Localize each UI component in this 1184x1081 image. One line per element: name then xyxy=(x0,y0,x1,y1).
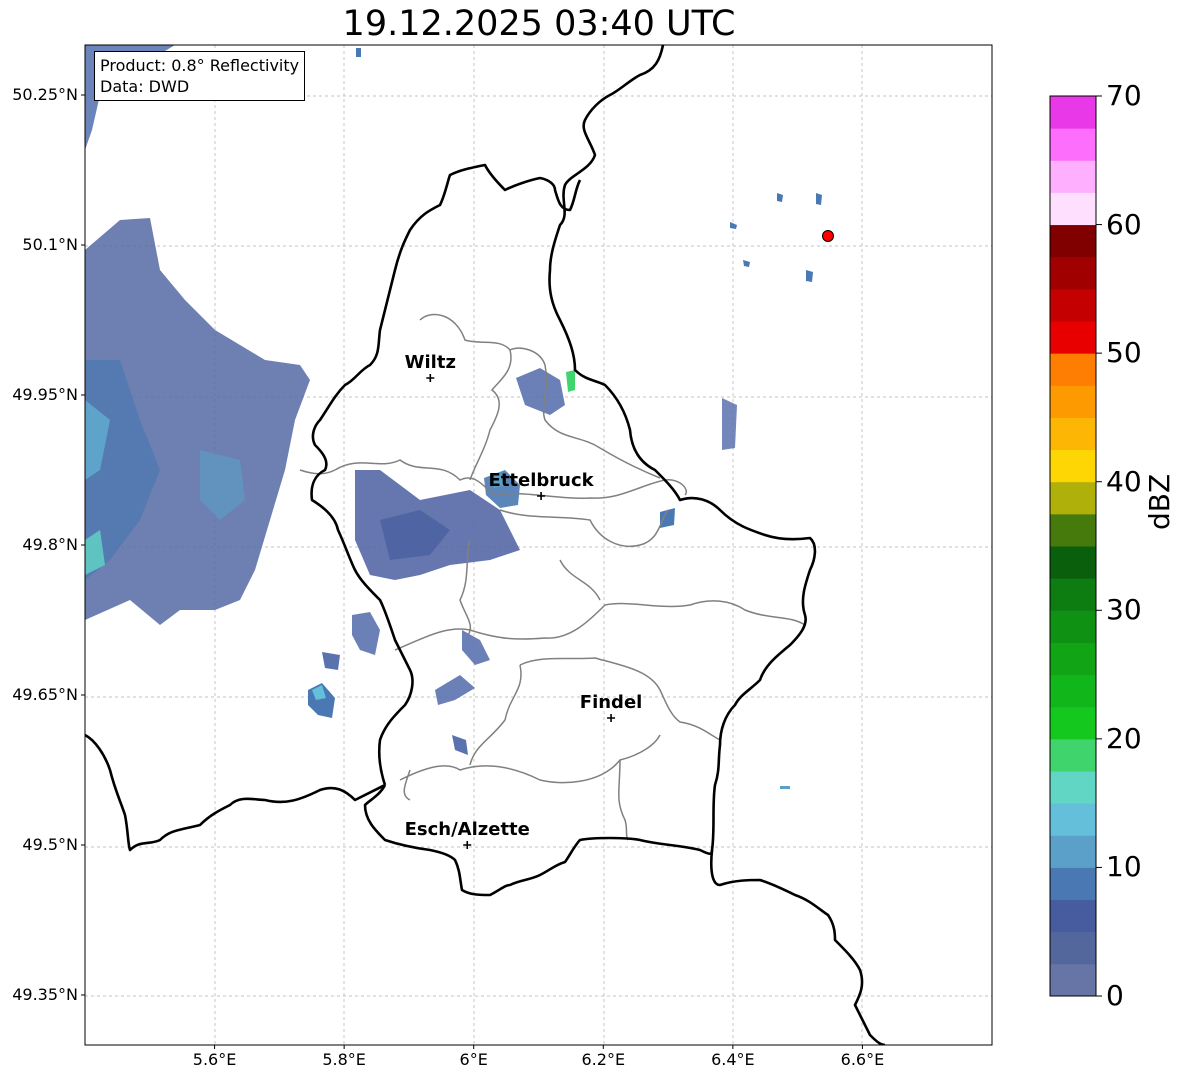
colorbar-segment xyxy=(1050,674,1096,708)
colorbar-segment xyxy=(1050,867,1096,901)
colorbar-segment xyxy=(1050,738,1096,772)
colorbar-segment xyxy=(1050,288,1096,322)
lon-tick-label: 6.2°E xyxy=(581,1050,626,1069)
lon-tick-label: 6°E xyxy=(459,1050,488,1069)
colorbar-segment xyxy=(1050,578,1096,611)
lon-tick-label: 6.4°E xyxy=(711,1050,755,1069)
radar-site-marker xyxy=(822,230,834,242)
colorbar-segment xyxy=(1050,835,1096,868)
product-info-box: Product: 0.8° Reflectivity Data: DWD xyxy=(94,51,306,101)
colorbar-segment xyxy=(1050,610,1096,643)
colorbar-segment xyxy=(1050,963,1096,997)
colorbar-tick-label: 0 xyxy=(1106,979,1124,1012)
colorbar-segment xyxy=(1050,546,1096,579)
lon-tick-label: 5.8°E xyxy=(322,1050,366,1069)
colorbar-segment xyxy=(1050,256,1096,290)
lon-tick-label: 6.6°E xyxy=(840,1050,885,1069)
colorbar-segment xyxy=(1050,642,1096,676)
colorbar-segment xyxy=(1050,931,1096,965)
lat-tick-label: 50.1°N xyxy=(22,235,78,254)
city-marker-findel xyxy=(607,714,616,722)
colorbar-segment xyxy=(1050,417,1096,451)
colorbar-segment xyxy=(1050,385,1096,418)
city-marker-esch-alzette xyxy=(463,841,472,849)
colorbar-segment xyxy=(1050,481,1096,515)
colorbar-segment xyxy=(1050,224,1096,258)
radar-map-canvas: Wiltz Ettelbruck Findel Esch/Alzette xyxy=(81,44,1102,1049)
lat-tick-label: 49.95°N xyxy=(12,385,78,404)
colorbar-segment xyxy=(1050,899,1096,933)
colorbar-segment xyxy=(1050,160,1096,193)
city-label-esch-alzette: Esch/Alzette xyxy=(405,819,530,840)
colorbar-segment xyxy=(1050,321,1096,354)
colorbar-segment xyxy=(1050,128,1096,161)
city-label-ettelbruck: Ettelbruck xyxy=(489,470,595,491)
colorbar-tick-label: 60 xyxy=(1106,207,1142,241)
colorbar-segment xyxy=(1050,192,1096,226)
city-marker-wiltz xyxy=(426,374,435,382)
city-label-findel: Findel xyxy=(580,692,643,713)
city-markers: Wiltz Ettelbruck Findel Esch/Alzette xyxy=(405,352,643,849)
data-source-label: Data: DWD xyxy=(100,77,190,96)
colorbar-label: dBZ xyxy=(1143,473,1176,530)
radar-echoes xyxy=(85,45,822,789)
product-label: Product: 0.8° Reflectivity xyxy=(100,56,300,75)
lat-tick-label: 49.65°N xyxy=(12,685,78,704)
colorbar-segment xyxy=(1050,803,1096,836)
colorbar-tick-label: 10 xyxy=(1106,850,1142,884)
colorbar-tick-label: 30 xyxy=(1106,593,1142,627)
colorbar-segment xyxy=(1050,771,1096,804)
colorbar-segment xyxy=(1050,706,1096,740)
colorbar-segment xyxy=(1050,449,1096,483)
colorbar-tick-label: 40 xyxy=(1106,464,1142,498)
colorbar-segment xyxy=(1050,353,1096,386)
colorbar-tick-label: 20 xyxy=(1106,721,1142,755)
colorbar-tick-label: 70 xyxy=(1106,79,1142,112)
city-label-wiltz: Wiltz xyxy=(405,352,456,373)
colorbar-segment xyxy=(1050,96,1096,129)
lat-tick-label: 49.35°N xyxy=(12,985,78,1004)
lat-tick-label: 49.8°N xyxy=(22,535,78,554)
lat-tick-label: 50.25°N xyxy=(12,85,78,104)
lat-tick-label: 49.5°N xyxy=(22,835,78,854)
colorbar xyxy=(1049,95,1102,997)
city-marker-ettelbruck xyxy=(537,492,546,500)
colorbar-segment xyxy=(1050,513,1096,547)
colorbar-tick-label: 50 xyxy=(1106,336,1142,370)
page-title: 19.12.2025 03:40 UTC xyxy=(342,4,736,44)
lon-tick-label: 5.6°E xyxy=(192,1050,237,1069)
